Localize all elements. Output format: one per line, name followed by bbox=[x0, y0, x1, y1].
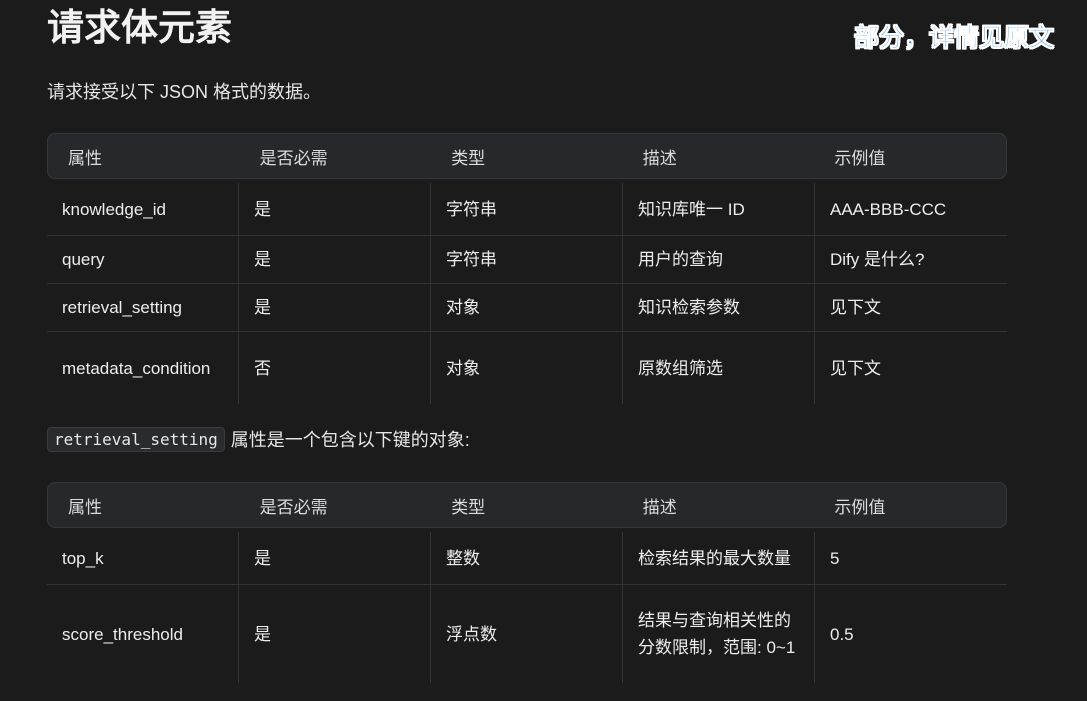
cell-required: 是 bbox=[239, 532, 431, 584]
cell-example: 5 bbox=[830, 548, 840, 568]
cell-type: 字符串 bbox=[431, 183, 623, 235]
cell-attribute: metadata_condition bbox=[47, 332, 239, 404]
header-description: 描述 bbox=[642, 148, 677, 168]
table-row: query 是 字符串 用户的查询 Dify 是什么? bbox=[47, 236, 1007, 284]
header-example: 示例值 bbox=[834, 497, 886, 517]
header-example: 示例值 bbox=[834, 148, 886, 168]
cell-required: 是 bbox=[239, 284, 431, 331]
cell-example: 见下文 bbox=[830, 358, 881, 378]
cell-description: 检索结果的最大数量 bbox=[623, 532, 815, 584]
table-row: retrieval_setting 是 对象 知识检索参数 见下文 bbox=[47, 284, 1007, 332]
cell-example: 见下文 bbox=[830, 298, 881, 317]
overlay-note: 部分，详情见原文 bbox=[853, 24, 1055, 53]
table-row: score_threshold 是 浮点数 结果与查询相关性的分数限制，范围: … bbox=[47, 585, 1007, 683]
cell-type: 对象 bbox=[431, 332, 623, 404]
cell-description: 原数组筛选 bbox=[623, 332, 815, 404]
cell-example: 0.5 bbox=[830, 624, 854, 644]
cell-attribute: score_threshold bbox=[47, 585, 239, 683]
page: 请求体元素 部分，详情见原文 请求接受以下 JSON 格式的数据。 属性 是否必… bbox=[0, 0, 1087, 701]
table-row: knowledge_id 是 字符串 知识库唯一 ID AAA-BBB-CCC bbox=[47, 183, 1007, 236]
header-type: 类型 bbox=[451, 148, 486, 168]
request-body-table: 属性 是否必需 类型 描述 示例值 knowledge_id 是 字符串 知识库… bbox=[47, 133, 1007, 404]
cell-example: AAA-BBB-CCC bbox=[830, 199, 947, 219]
cell-example: Dify 是什么? bbox=[830, 250, 925, 269]
cell-description: 结果与查询相关性的分数限制，范围: 0~1 bbox=[623, 585, 815, 683]
cell-type: 浮点数 bbox=[431, 585, 623, 683]
cell-description: 知识检索参数 bbox=[623, 284, 815, 331]
header-attribute: 属性 bbox=[68, 148, 102, 168]
header-description: 描述 bbox=[642, 497, 677, 517]
table-row: metadata_condition 否 对象 原数组筛选 见下文 bbox=[47, 332, 1007, 404]
cell-required: 否 bbox=[239, 332, 431, 404]
cell-attribute: query bbox=[47, 236, 239, 283]
table-header: 属性 是否必需 类型 描述 示例值 bbox=[47, 482, 1007, 528]
header-required: 是否必需 bbox=[259, 497, 328, 517]
retrieval-setting-intro: retrieval_setting 属性是一个包含以下键的对象: bbox=[47, 426, 470, 452]
header-required: 是否必需 bbox=[259, 148, 328, 168]
page-title: 请求体元素 bbox=[47, 7, 232, 48]
intro-text: 请求接受以下 JSON 格式的数据。 bbox=[47, 82, 322, 102]
cell-type: 字符串 bbox=[431, 236, 623, 283]
cell-description: 用户的查询 bbox=[623, 236, 815, 283]
cell-attribute: retrieval_setting bbox=[47, 284, 239, 331]
cell-attribute: knowledge_id bbox=[47, 183, 239, 235]
retrieval-setting-text: 属性是一个包含以下键的对象: bbox=[230, 430, 470, 450]
cell-required: 是 bbox=[239, 236, 431, 283]
cell-type: 对象 bbox=[431, 284, 623, 331]
cell-required: 是 bbox=[239, 183, 431, 235]
header-attribute: 属性 bbox=[68, 497, 102, 517]
cell-attribute: top_k bbox=[47, 532, 239, 584]
retrieval-setting-table: 属性 是否必需 类型 描述 示例值 top_k 是 整数 检索结果的最大数量 5… bbox=[47, 482, 1007, 683]
table-header: 属性 是否必需 类型 描述 示例值 bbox=[47, 133, 1007, 179]
cell-description: 知识库唯一 ID bbox=[623, 183, 815, 235]
cell-type: 整数 bbox=[431, 532, 623, 584]
header-type: 类型 bbox=[451, 497, 486, 517]
cell-required: 是 bbox=[239, 585, 431, 683]
inline-code: retrieval_setting bbox=[47, 426, 225, 452]
table-row: top_k 是 整数 检索结果的最大数量 5 bbox=[47, 532, 1007, 585]
